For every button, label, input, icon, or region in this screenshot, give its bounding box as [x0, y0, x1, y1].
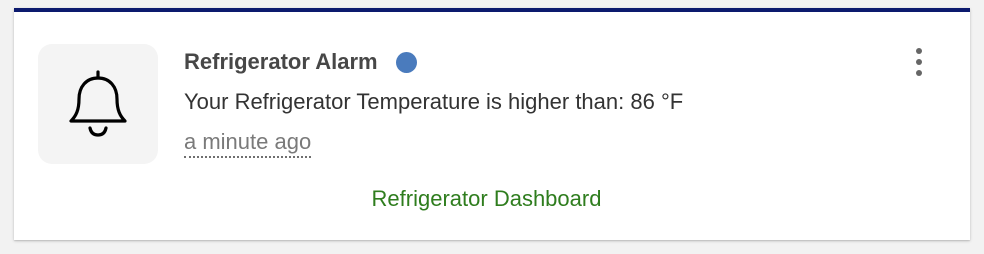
notification-card: Refrigerator Alarm Your Refrigerator Tem…	[14, 8, 970, 240]
notification-timestamp: a minute ago	[184, 129, 312, 158]
more-vertical-icon	[916, 48, 922, 54]
more-options-button[interactable]	[909, 46, 929, 78]
notification-message: Your Refrigerator Temperature is higher …	[184, 89, 684, 114]
notification-title: Refrigerator Alarm	[184, 49, 378, 74]
notification-title-row: Refrigerator Alarm	[184, 49, 417, 75]
refrigerator-dashboard-link[interactable]: Refrigerator Dashboard	[14, 186, 959, 212]
bell-icon	[69, 70, 127, 137]
unread-indicator	[395, 51, 417, 73]
notification-icon-box	[38, 44, 158, 164]
